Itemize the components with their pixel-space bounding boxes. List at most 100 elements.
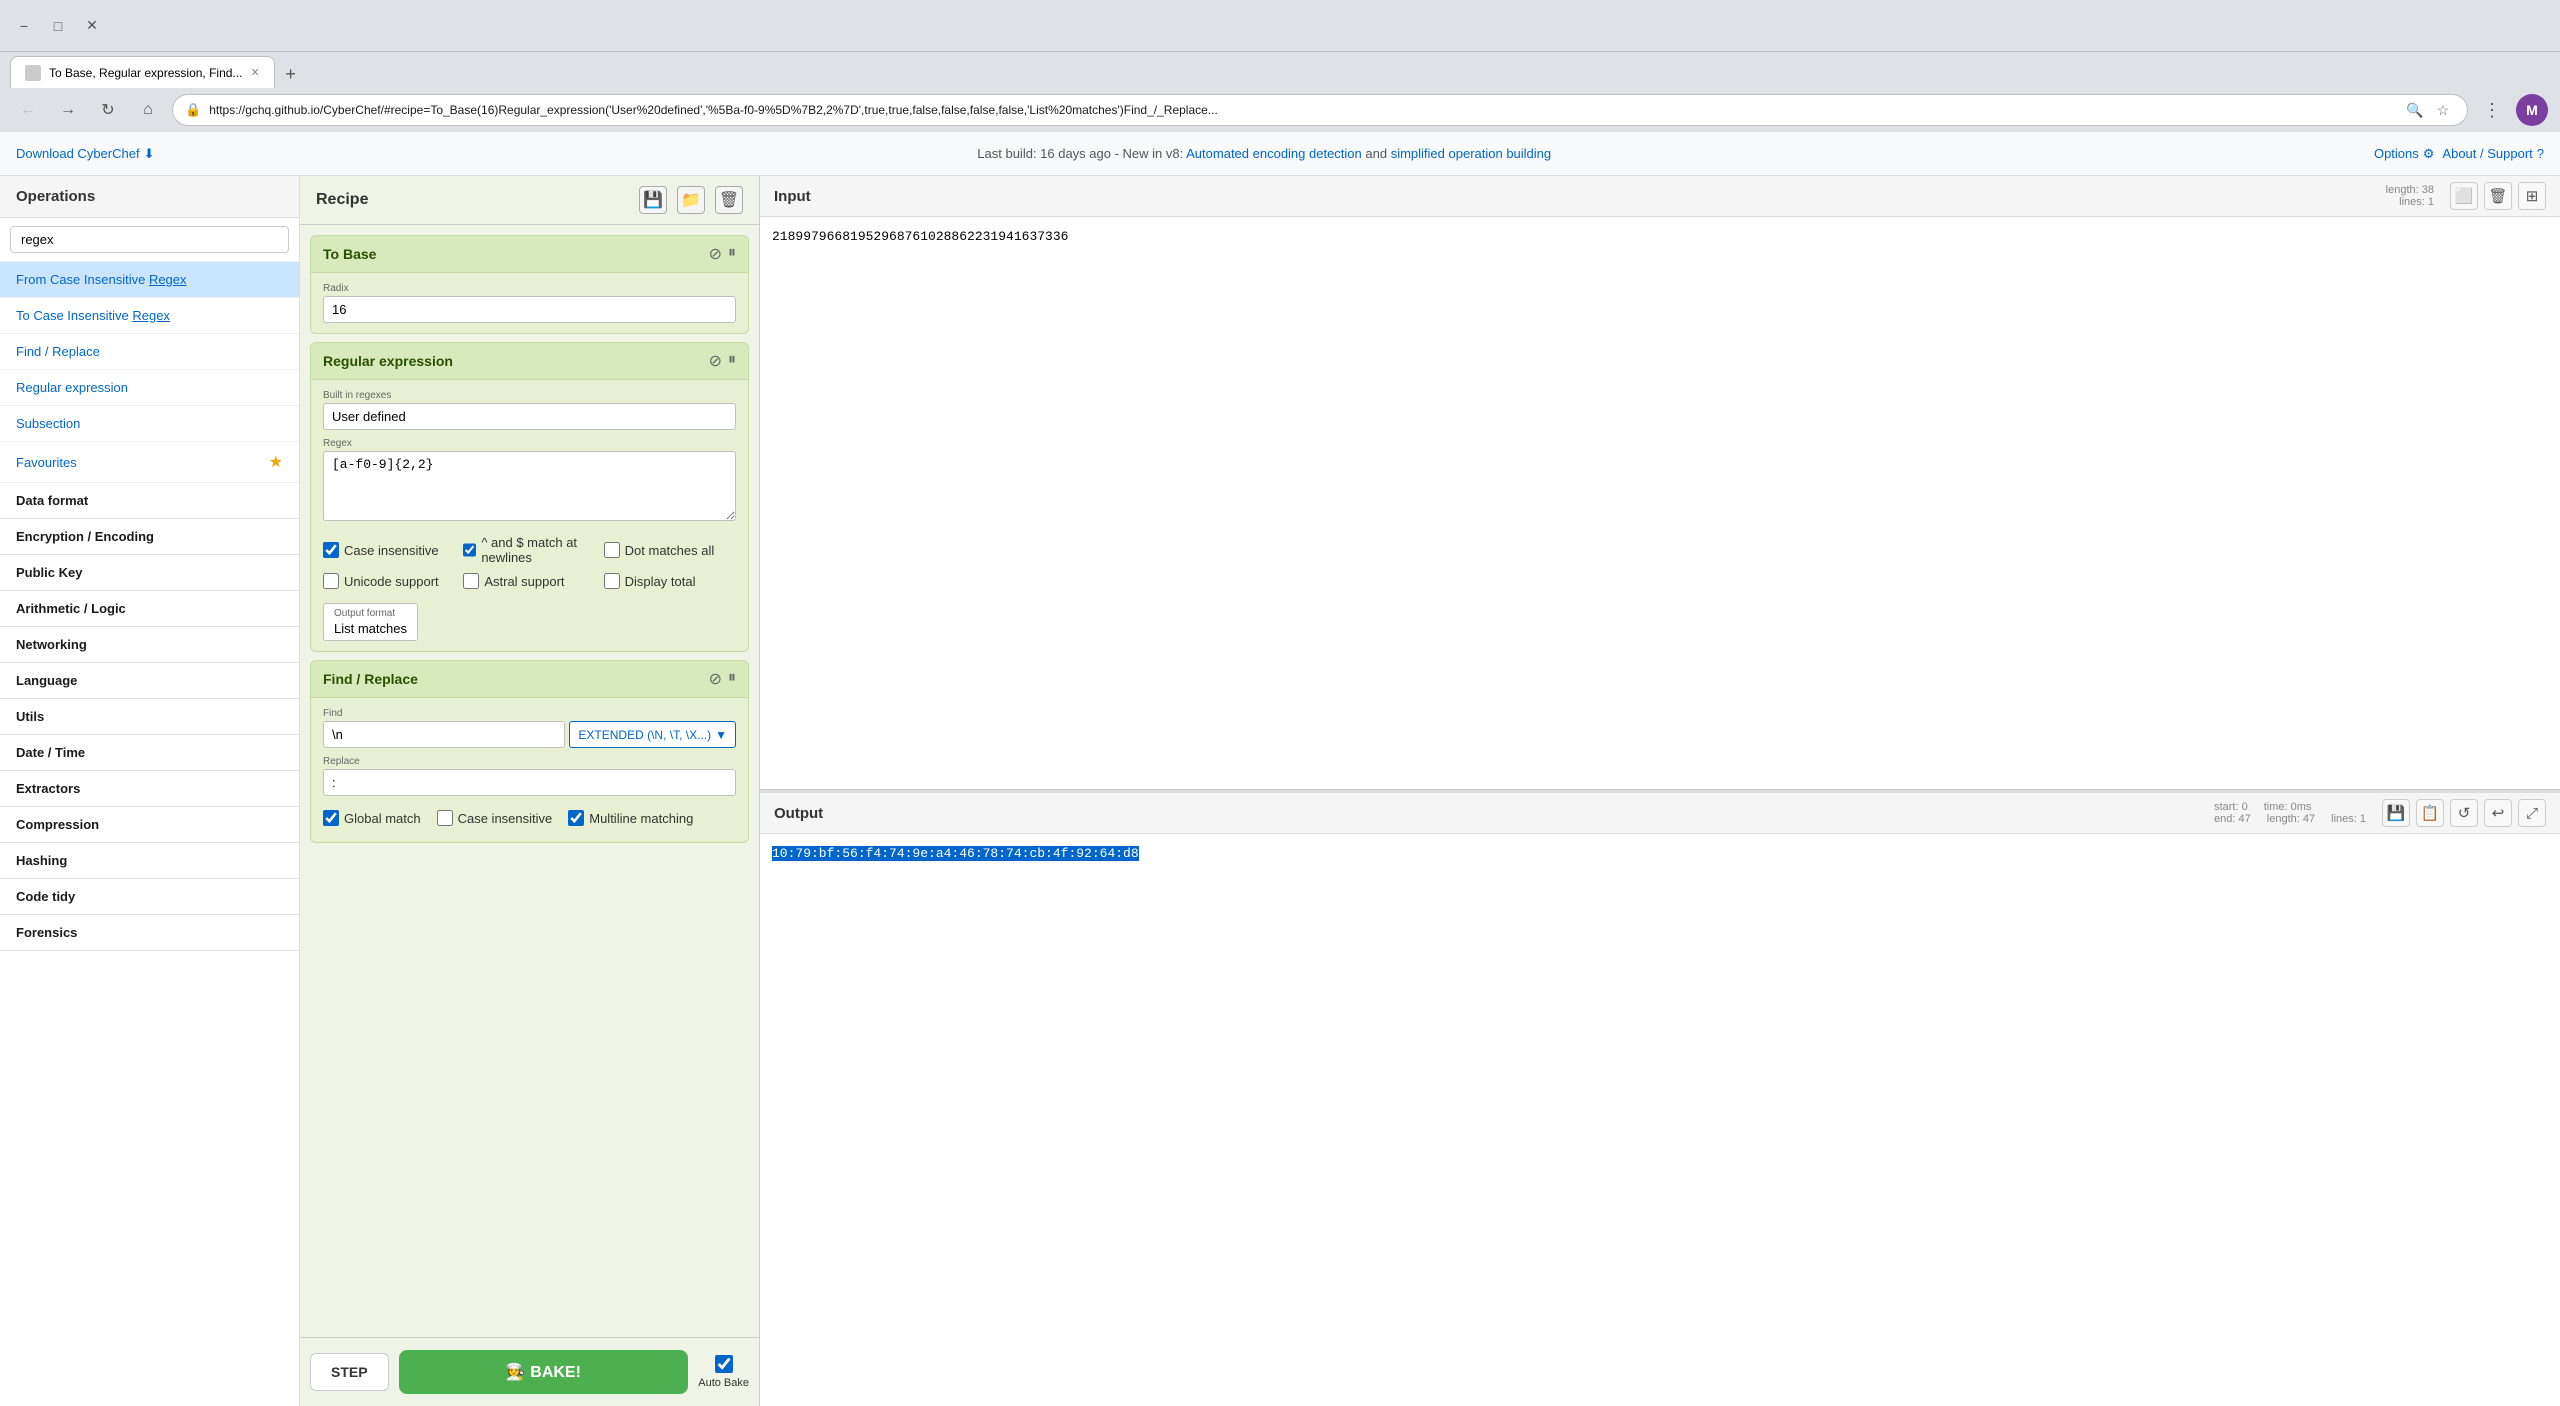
unicode-support-checkbox-item[interactable]: Unicode support <box>323 573 455 589</box>
search-address-icon[interactable]: 🔍 <box>2403 98 2427 122</box>
case-insensitive-checkbox[interactable] <box>323 542 339 558</box>
sidebar-item-code-tidy[interactable]: Code tidy <box>0 879 299 915</box>
find-replace-card-icons: ⊘ ⏸ <box>709 669 736 689</box>
sidebar-item-hashing[interactable]: Hashing <box>0 843 299 879</box>
input-switch-view-button[interactable]: ⊞ <box>2518 182 2546 210</box>
unicode-support-checkbox[interactable] <box>323 573 339 589</box>
save-recipe-button[interactable]: 💾 <box>639 186 667 214</box>
clear-recipe-button[interactable]: 🗑 <box>715 186 743 214</box>
sidebar-item-utils[interactable]: Utils <box>0 699 299 735</box>
caret-dollar-checkbox-item[interactable]: ^ and $ match at newlines <box>463 535 595 565</box>
regex-input[interactable]: [a-f0-9]{2,2} <box>323 451 736 521</box>
sidebar-item-link-regex: Regex <box>149 272 187 287</box>
fr-case-insensitive-checkbox-item[interactable]: Case insensitive <box>437 810 553 826</box>
sidebar-item-from-case-insensitive-regex[interactable]: From Case Insensitive Regex <box>0 262 299 298</box>
input-open-file-button[interactable]: ⬜ <box>2450 182 2478 210</box>
active-tab[interactable]: To Base, Regular expression, Find... ✕ <box>10 56 275 88</box>
about-support-button[interactable]: About / Support ? <box>2442 146 2544 161</box>
find-input[interactable] <box>323 721 565 748</box>
browser-window-controls: − □ ✕ <box>10 12 106 40</box>
step-button[interactable]: STEP <box>310 1353 389 1391</box>
refresh-button[interactable]: ↻ <box>92 94 124 126</box>
sidebar-item-language[interactable]: Language <box>0 663 299 699</box>
output-header-right: start: 0 time: 0ms end: 47 length: 47 li… <box>2214 799 2546 827</box>
sidebar-item-public-key[interactable]: Public Key <box>0 555 299 591</box>
caret-dollar-checkbox[interactable] <box>463 542 476 558</box>
auto-bake-checkbox[interactable] <box>715 1355 733 1373</box>
find-replace-disable-icon[interactable]: ⊘ <box>709 669 722 689</box>
star-icon: ★ <box>269 452 283 472</box>
dot-matches-checkbox[interactable] <box>604 542 620 558</box>
builtin-regexes-label: Built in regexes <box>323 390 736 401</box>
astral-support-checkbox[interactable] <box>463 573 479 589</box>
sidebar-item-date-time[interactable]: Date / Time <box>0 735 299 771</box>
builtin-regexes-input[interactable] <box>323 403 736 430</box>
sidebar-item-networking[interactable]: Networking <box>0 627 299 663</box>
bake-button[interactable]: 🧑‍🍳 BAKE! <box>399 1350 689 1394</box>
bookmark-icon[interactable]: ☆ <box>2431 98 2455 122</box>
output-fullscreen-button[interactable]: ⤢ <box>2518 799 2546 827</box>
to-base-pause-icon[interactable]: ⏸ <box>728 244 736 264</box>
regex-disable-icon[interactable]: ⊘ <box>709 351 722 371</box>
input-content[interactable]: 2189979668195296876102886223194163733​6 <box>760 217 2560 789</box>
sidebar-item-subsection[interactable]: Subsection <box>0 406 299 442</box>
dot-matches-checkbox-item[interactable]: Dot matches all <box>604 535 736 565</box>
caret-dollar-label: ^ and $ match at newlines <box>481 535 595 565</box>
multiline-matching-checkbox-item[interactable]: Multiline matching <box>568 810 693 826</box>
sidebar-item-arithmetic-logic[interactable]: Arithmetic / Logic <box>0 591 299 627</box>
replace-input[interactable] <box>323 769 736 796</box>
to-base-disable-icon[interactable]: ⊘ <box>709 244 722 264</box>
find-replace-pause-icon[interactable]: ⏸ <box>728 669 736 689</box>
radix-input[interactable] <box>323 296 736 323</box>
fr-case-insensitive-checkbox[interactable] <box>437 810 453 826</box>
notification-link1[interactable]: Automated encoding detection <box>1186 146 1362 161</box>
astral-support-checkbox-item[interactable]: Astral support <box>463 573 595 589</box>
close-button[interactable]: ✕ <box>78 12 106 40</box>
sidebar-item-extractors[interactable]: Extractors <box>0 771 299 807</box>
search-box <box>0 218 299 262</box>
forward-button[interactable]: → <box>52 94 84 126</box>
back-button[interactable]: ← <box>12 94 44 126</box>
sidebar-item-compression[interactable]: Compression <box>0 807 299 843</box>
output-swap-button[interactable]: ↺ <box>2450 799 2478 827</box>
sidebar-item-encryption-encoding[interactable]: Encryption / Encoding <box>0 519 299 555</box>
regex-card-icons: ⊘ ⏸ <box>709 351 736 371</box>
load-recipe-button[interactable]: 📁 <box>677 186 705 214</box>
output-end-value: 47 <box>2239 813 2251 825</box>
display-total-checkbox-item[interactable]: Display total <box>604 573 736 589</box>
multiline-matching-label: Multiline matching <box>589 811 693 826</box>
home-button[interactable]: ⌂ <box>132 94 164 126</box>
sidebar-item-data-format[interactable]: Data format <box>0 483 299 519</box>
find-type-button[interactable]: EXTENDED (\N, \T, \X...) ▼ <box>569 721 736 748</box>
sidebar-item-to-case-insensitive-regex[interactable]: To Case Insensitive Regex <box>0 298 299 334</box>
output-save-button[interactable]: 💾 <box>2382 799 2410 827</box>
sidebar-item-regular-expression[interactable]: Regular expression <box>0 370 299 406</box>
app-container: Download CyberChef ⬇ Last build: 16 days… <box>0 132 2560 1406</box>
download-cyberchef-button[interactable]: Download CyberChef ⬇ <box>16 146 154 162</box>
address-bar[interactable]: 🔒 https://gchq.github.io/CyberChef/#reci… <box>172 94 2468 126</box>
operations-search-input[interactable] <box>10 226 289 253</box>
options-button[interactable]: Options ⚙ <box>2374 146 2434 162</box>
extensions-icon[interactable]: ⋮ <box>2476 94 2508 126</box>
case-insensitive-checkbox-item[interactable]: Case insensitive <box>323 535 455 565</box>
regex-pause-icon[interactable]: ⏸ <box>728 351 736 371</box>
input-clear-button[interactable]: 🗑 <box>2484 182 2512 210</box>
global-match-checkbox[interactable] <box>323 810 339 826</box>
global-match-checkbox-item[interactable]: Global match <box>323 810 421 826</box>
profile-avatar[interactable]: M <box>2516 94 2548 126</box>
maximize-button[interactable]: □ <box>44 12 72 40</box>
sidebar-item-find-replace[interactable]: Find / Replace <box>0 334 299 370</box>
new-tab-button[interactable]: + <box>277 60 305 88</box>
output-copy-button[interactable]: 📋 <box>2416 799 2444 827</box>
find-row: EXTENDED (\N, \T, \X...) ▼ <box>323 721 736 748</box>
notification-link2[interactable]: simplified operation building <box>1391 146 1551 161</box>
sidebar-item-forensics[interactable]: Forensics <box>0 915 299 951</box>
tab-title: To Base, Regular expression, Find... <box>49 66 242 80</box>
minimize-button[interactable]: − <box>10 12 38 40</box>
multiline-matching-checkbox[interactable] <box>568 810 584 826</box>
tab-close-icon[interactable]: ✕ <box>250 66 259 79</box>
output-undo-button[interactable]: ↩ <box>2484 799 2512 827</box>
case-insensitive-label: Case insensitive <box>344 543 439 558</box>
sidebar-item-favourites[interactable]: Favourites ★ <box>0 442 299 483</box>
display-total-checkbox[interactable] <box>604 573 620 589</box>
